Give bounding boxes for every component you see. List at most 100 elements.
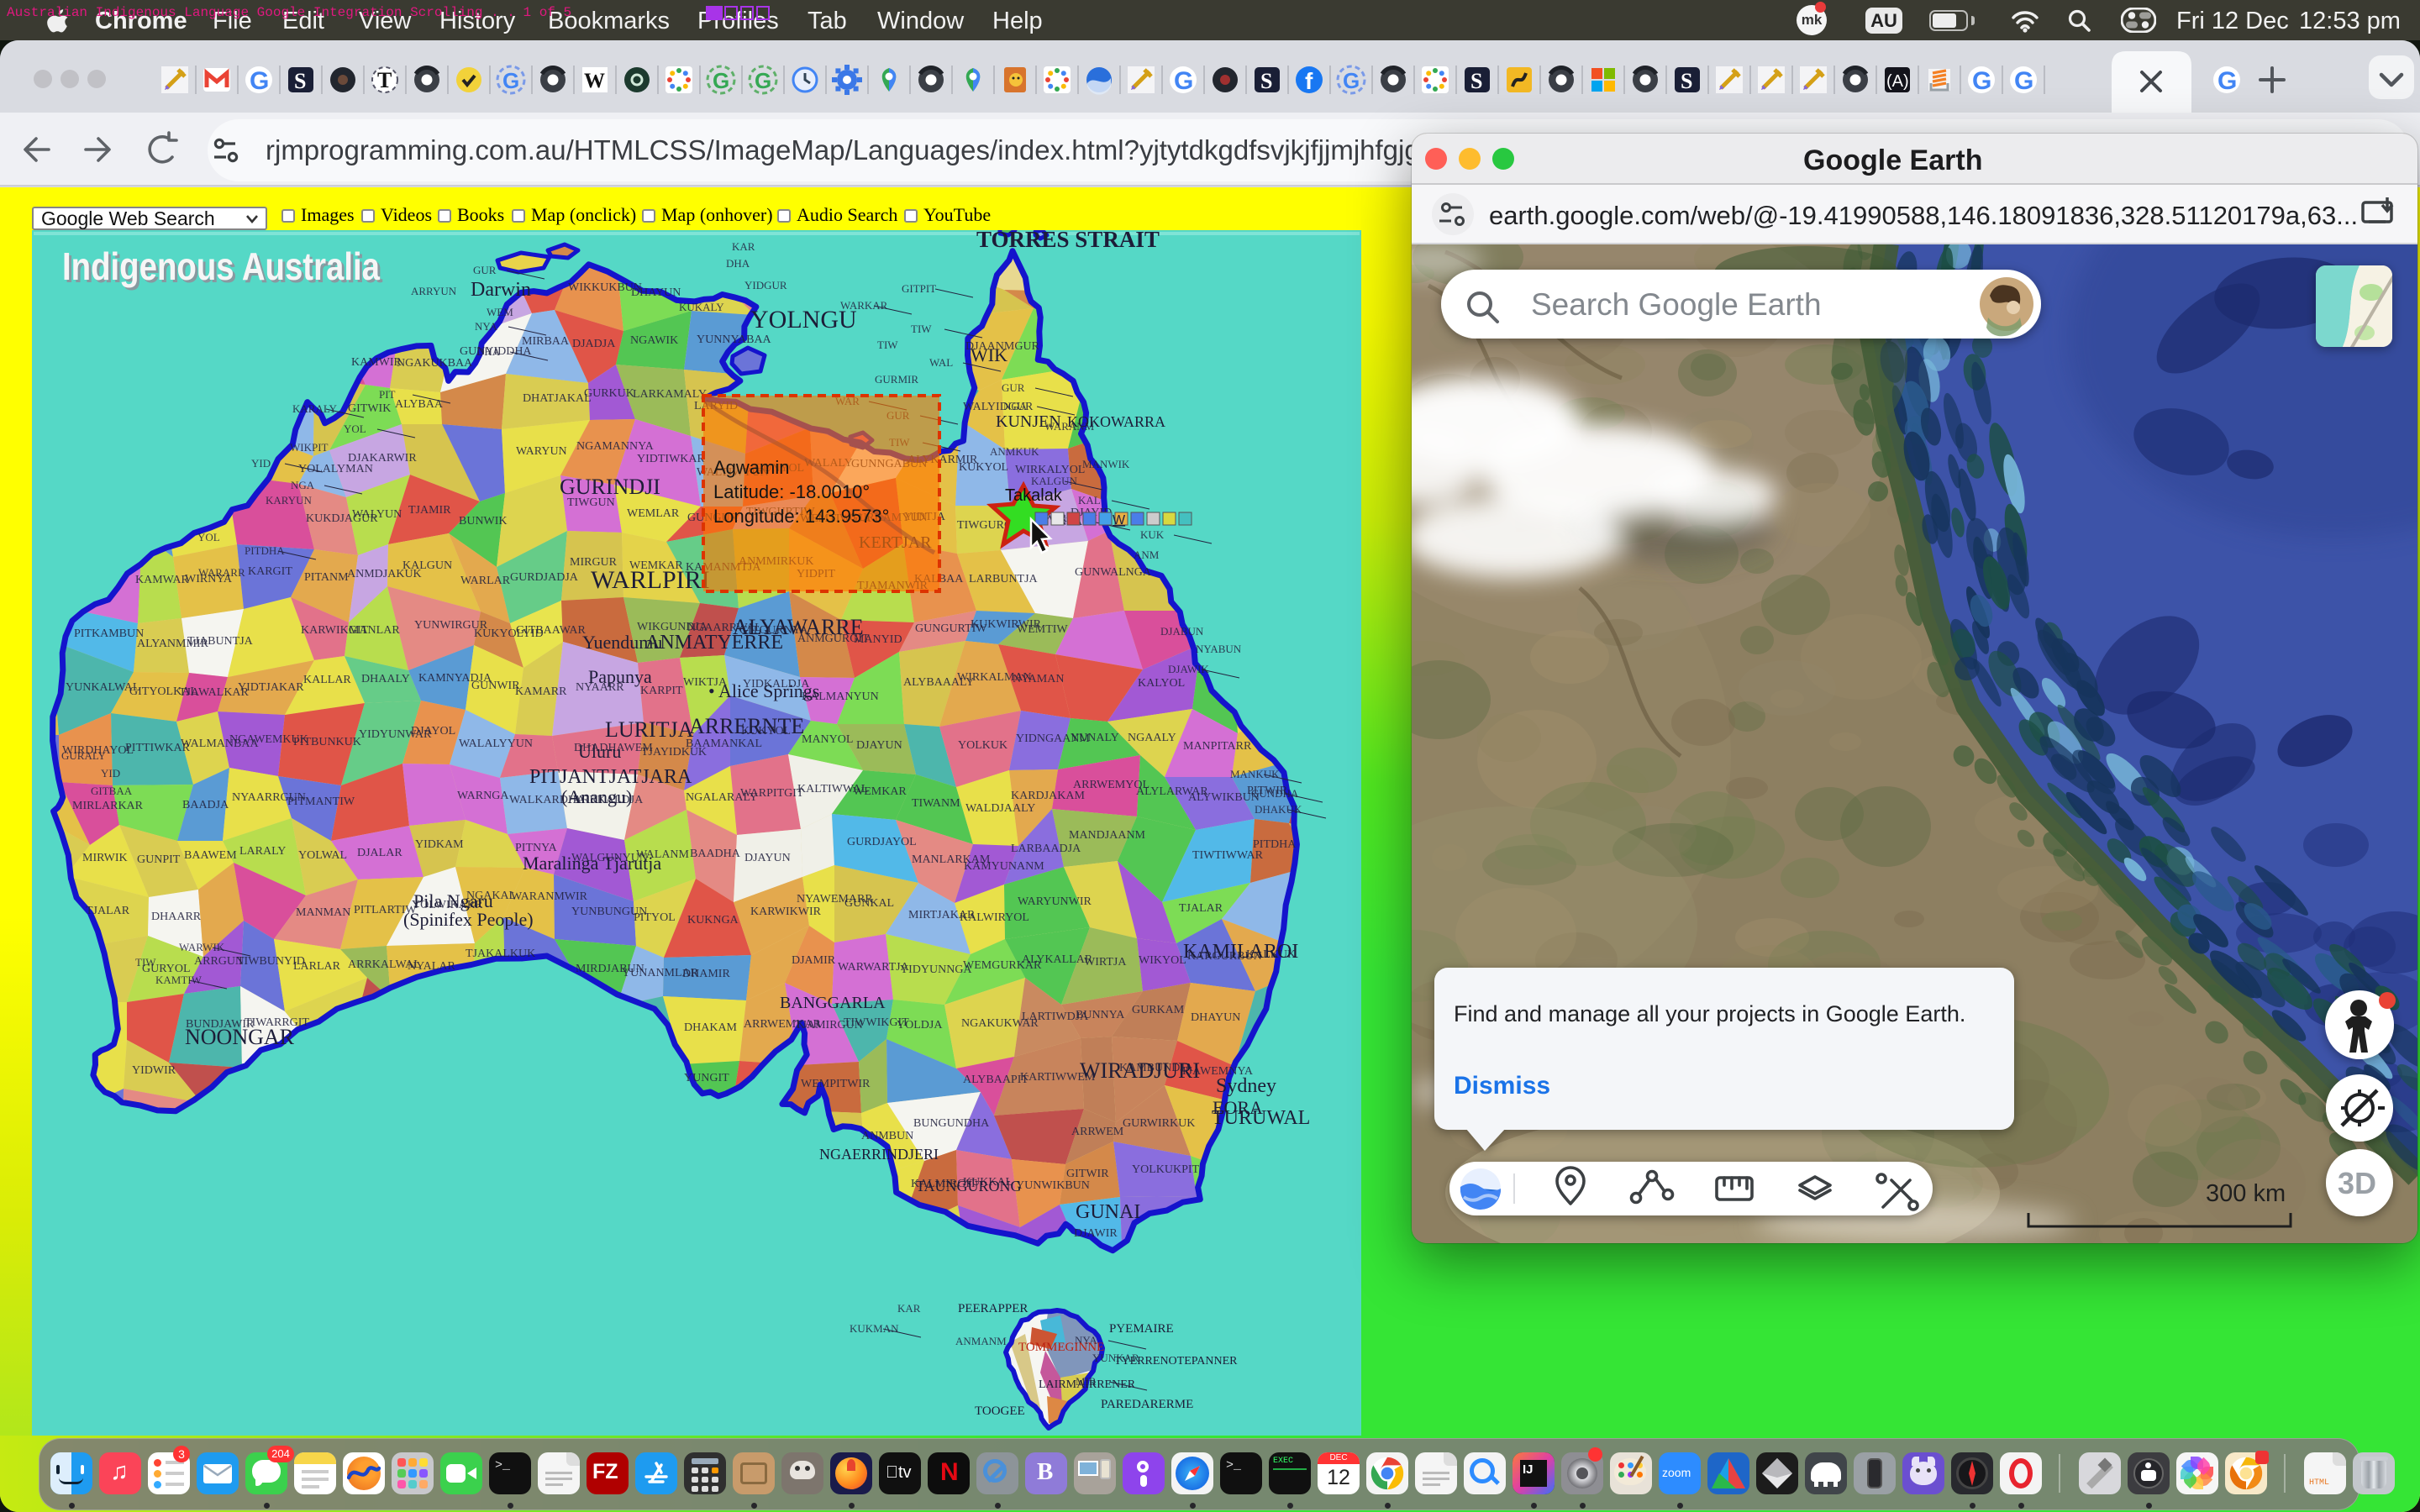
svg-text:GUNWALNGA: GUNWALNGA xyxy=(1075,566,1152,579)
svg-text:KAMWIR: KAMWIR xyxy=(351,356,402,369)
svg-text:PEERAPPER: PEERAPPER xyxy=(958,1302,1028,1315)
svg-text:DHAARR: DHAARR xyxy=(151,911,202,923)
svg-text:Takalak: Takalak xyxy=(1005,486,1063,505)
svg-text:DJAYUN: DJAYUN xyxy=(744,852,791,864)
svg-text:Find and manage all your proje: Find and manage all your projects in Goo… xyxy=(1454,1001,1965,1026)
svg-text:W: W xyxy=(1113,513,1126,528)
svg-text:MANKUK: MANKUK xyxy=(1230,768,1280,780)
svg-text:GURKUK: GURKUK xyxy=(584,387,634,400)
svg-text:TIW: TIW xyxy=(877,339,898,351)
svg-text:KUKMAN: KUKMAN xyxy=(850,1322,899,1335)
svg-text:KALWIRYOL: KALWIRYOL xyxy=(960,911,1029,924)
svg-text:DHAKUK: DHAKUK xyxy=(1255,803,1302,816)
svg-text:KAMARR: KAMARR xyxy=(515,685,567,698)
svg-text:KALGUN: KALGUN xyxy=(402,559,452,572)
svg-text:TJAKALKUK: TJAKALKUK xyxy=(466,948,535,960)
svg-text:NYA: NYA xyxy=(475,320,497,333)
svg-text:earth.google.com/web/@-19.4199: earth.google.com/web/@-19.41990588,146.1… xyxy=(1489,201,2358,230)
svg-text:MANYOL: MANYOL xyxy=(802,733,853,746)
svg-text:WARYUN: WARYUN xyxy=(516,445,567,458)
svg-text:GURWIRKUK: GURWIRKUK xyxy=(1123,1117,1195,1130)
svg-text:DJAWIR: DJAWIR xyxy=(1074,1227,1118,1240)
svg-text:ARRERNTE: ARRERNTE xyxy=(689,714,804,738)
svg-text:NGAKUKBAA: NGAKUKBAA xyxy=(397,357,473,370)
svg-text:KARYUN: KARYUN xyxy=(266,494,313,507)
svg-text:KAR: KAR xyxy=(897,1302,921,1315)
svg-text:WARANMWIR: WARANMWIR xyxy=(511,890,588,903)
svg-text:DHAMIR: DHAMIR xyxy=(682,968,730,980)
svg-text:NGAALY: NGAALY xyxy=(1128,732,1176,744)
svg-text:Maralinga Tjarutja: Maralinga Tjarutja xyxy=(523,853,661,874)
svg-text:DHAYUN: DHAYUN xyxy=(1191,1011,1240,1024)
svg-text:• Alice Springs: • Alice Springs xyxy=(708,680,819,701)
svg-text:GUNDHA: GUNDHA xyxy=(1251,787,1299,800)
svg-text:TJABUNTJA: TJABUNTJA xyxy=(187,635,254,648)
svg-text:DJAWIK: DJAWIK xyxy=(1168,663,1209,675)
svg-text:DHA: DHA xyxy=(726,257,750,270)
svg-text:Search Google Earth: Search Google Earth xyxy=(1531,287,1822,322)
svg-text:GITWIR: GITWIR xyxy=(1066,1168,1109,1180)
svg-text:Google Earth: Google Earth xyxy=(1803,144,1982,176)
svg-text:ARRWEM: ARRWEM xyxy=(1071,1126,1124,1138)
svg-text:300 km: 300 km xyxy=(2206,1180,2286,1207)
svg-text:KAMWAR: KAMWAR xyxy=(135,574,189,586)
svg-text:Papunya: Papunya xyxy=(588,666,652,687)
svg-text:PITJANTJATJARA: PITJANTJATJARA xyxy=(529,766,692,788)
svg-text:YIDKAM: YIDKAM xyxy=(415,838,464,851)
svg-text:BUNGUNDHA: BUNGUNDHA xyxy=(913,1117,990,1130)
svg-text:GURDJADJA: GURDJADJA xyxy=(510,571,579,584)
svg-text:TORRES STRAIT: TORRES STRAIT xyxy=(976,230,1160,252)
svg-text:YIDWIR: YIDWIR xyxy=(132,1064,176,1077)
svg-text:YIDGUR: YIDGUR xyxy=(744,279,787,291)
svg-text:WIK: WIK xyxy=(971,344,1007,365)
svg-text:GUNKAL: GUNKAL xyxy=(844,897,894,910)
svg-text:Sydney: Sydney xyxy=(1216,1075,1276,1097)
svg-text:MIRLARKAR: MIRLARKAR xyxy=(72,800,144,812)
svg-text:TIWTIWWAR: TIWTIWWAR xyxy=(1192,849,1264,862)
svg-text:YIDYUNNGA: YIDYUNNGA xyxy=(900,963,972,976)
svg-text:MANWIK: MANWIK xyxy=(1082,458,1130,470)
svg-text:LARBAADJA: LARBAADJA xyxy=(1011,843,1081,855)
svg-text:WARLPIRI: WARLPIRI xyxy=(591,566,710,594)
svg-text:MANMAN: MANMAN xyxy=(296,906,350,919)
svg-text:YUNGIT: YUNGIT xyxy=(684,1072,729,1084)
svg-text:KALGUN: KALGUN xyxy=(1031,475,1077,487)
svg-text:TJALAR: TJALAR xyxy=(1179,902,1223,915)
svg-text:WALYUN: WALYUN xyxy=(352,508,402,521)
svg-text:WEMLAR: WEMLAR xyxy=(627,507,680,520)
svg-text:PIT: PIT xyxy=(379,388,396,401)
svg-text:BUNNYA: BUNNYA xyxy=(1076,1009,1125,1021)
svg-text:TJALAR: TJALAR xyxy=(86,905,130,917)
svg-text:ANMANM: ANMANM xyxy=(955,1335,1007,1347)
svg-text:MANPITARR: MANPITARR xyxy=(1183,740,1252,753)
svg-text:PITDHA: PITDHA xyxy=(1253,838,1297,851)
svg-text:BAAWEM: BAAWEM xyxy=(184,849,237,862)
svg-text:PITKAMBUN: PITKAMBUN xyxy=(74,627,144,640)
svg-text:WAL: WAL xyxy=(929,356,953,369)
svg-text:(Anangu): (Anangu) xyxy=(561,786,632,807)
svg-text:YOL: YOL xyxy=(197,531,220,543)
svg-text:KUK: KUK xyxy=(1140,528,1165,541)
svg-text:DHAKAM: DHAKAM xyxy=(684,1021,738,1034)
svg-text:DHATJAKAL: DHATJAKAL xyxy=(523,392,592,405)
svg-text:Uluru: Uluru xyxy=(578,741,621,762)
svg-text:BANGGARLA: BANGGARLA xyxy=(780,994,886,1012)
svg-text:Longitude: 143.9573°: Longitude: 143.9573° xyxy=(713,506,889,527)
svg-text:BAAMANKAL: BAAMANKAL xyxy=(686,738,762,750)
svg-text:TIW: TIW xyxy=(911,323,932,335)
svg-text:BAADJA: BAADJA xyxy=(182,799,229,811)
svg-text:MIRWIK: MIRWIK xyxy=(82,852,128,864)
svg-text:GUNAI: GUNAI xyxy=(1076,1201,1140,1223)
svg-text:LURITJA: LURITJA xyxy=(605,717,694,742)
svg-text:NGAWIK: NGAWIK xyxy=(630,334,678,347)
svg-text:NGA: NGA xyxy=(1003,400,1028,412)
svg-text:DJABUN: DJABUN xyxy=(1160,625,1204,638)
svg-text:ARRYUN: ARRYUN xyxy=(411,285,457,297)
svg-text:WEMTIW: WEMTIW xyxy=(1017,623,1068,636)
svg-text:GUR: GUR xyxy=(473,264,497,276)
svg-text:TYERRENOTEPANNER: TYERRENOTEPANNER xyxy=(1114,1355,1238,1368)
svg-text:GURMIR: GURMIR xyxy=(875,373,918,386)
svg-text:KUKALY: KUKALY xyxy=(679,301,724,313)
svg-text:LARBUNTJA: LARBUNTJA xyxy=(969,573,1039,585)
svg-text:KAR: KAR xyxy=(732,240,755,253)
